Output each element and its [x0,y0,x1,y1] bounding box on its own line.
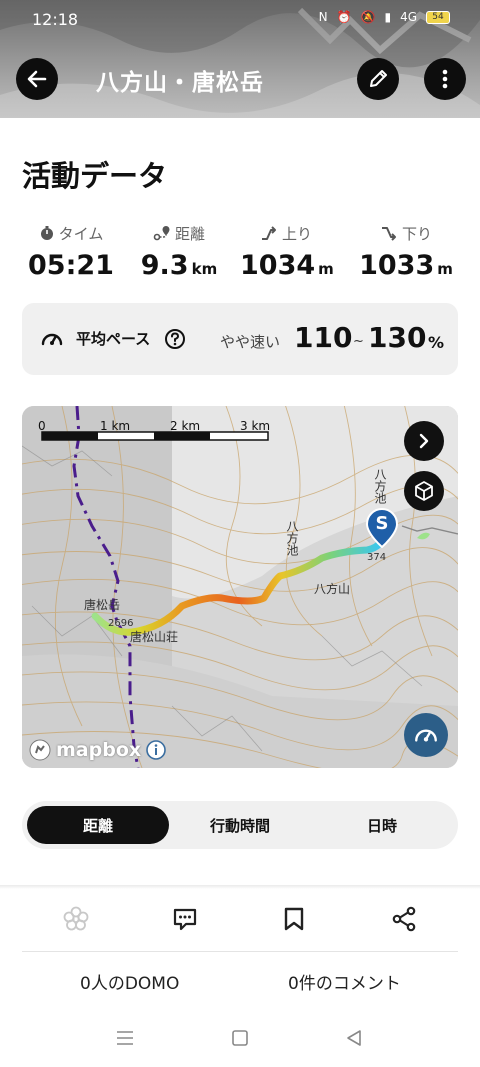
tab-moving-time[interactable]: 行動時間 [169,806,311,844]
pace-separator: ~ [353,334,364,349]
more-vertical-icon [442,69,448,89]
section-title: 活動データ [22,159,168,193]
stats-row: タイム 05:21 距離 9.3 km 上り 1034 m 下り 1033 m [22,222,458,286]
menu-icon[interactable] [115,1030,135,1046]
mapbox-logo-icon [29,739,51,761]
stat-ascent-unit: m [318,260,334,278]
system-nav-bar [0,1010,480,1067]
pace-max-value: 130 [368,321,427,354]
stopwatch-icon [40,226,53,240]
scale-label: 1 km [100,419,131,433]
scale-label: 2 km [170,419,201,433]
alarm-icon: ⏰ [336,10,352,24]
svg-text:D: D [73,915,79,924]
chart-mode-tabs: 距離 行動時間 日時 [22,801,458,849]
average-pace-card: 平均ペース やや速い 110 ~ 130 % [22,303,458,375]
domo-button[interactable]: D [61,904,91,934]
comment-button[interactable] [170,904,200,934]
nfc-icon: N [318,10,328,24]
stat-time-value: 05:21 [28,250,114,281]
pencil-icon [370,70,387,87]
stat-descent: 下り 1033 m [354,222,458,282]
stat-ascent-value: 1034 [240,250,316,281]
info-icon[interactable] [145,739,167,761]
share-icon [392,906,416,932]
start-marker[interactable]: S [365,507,399,549]
edit-button[interactable] [357,58,399,100]
tab-distance[interactable]: 距離 [27,806,169,844]
share-button[interactable] [389,904,419,934]
bookmark-button[interactable] [279,904,309,934]
header: 12:18 N ⏰ 🔕 ▮ 4G 54 八方山・唐松岳 [0,0,480,118]
pace-unit: % [428,333,445,352]
battery-icon: 54 [426,10,450,24]
stat-distance-unit: km [191,260,218,278]
route-map[interactable]: 0 1 km 2 km 3 km 唐松岳 2696 唐松山荘 八方池 八方山 八… [22,406,458,768]
stat-distance: 距離 9.3 km [134,222,224,282]
arrow-left-icon [27,70,47,88]
route-pin-icon [153,226,170,241]
map-place-label: 八方山 [314,582,351,596]
pace-label: 平均ペース [76,330,151,348]
stat-ascent: 上り 1034 m [240,222,334,282]
stat-descent-unit: m [437,260,453,278]
ascent-icon [261,226,276,240]
home-icon[interactable] [231,1029,249,1047]
back-button[interactable] [16,58,58,100]
speedometer-icon [415,729,437,742]
map-place-label: 八方池 [285,520,299,556]
start-marker-label: S [375,513,389,534]
comment-icon [173,908,197,931]
pace-note: やや速い [220,333,281,351]
network-label: 4G [400,10,417,24]
mapbox-attribution: mapbox [28,738,167,762]
page-title: 八方山・唐松岳 [96,70,264,96]
stat-distance-label: 距離 [174,224,205,243]
scale-label: 3 km [240,419,271,433]
bookmark-icon [284,907,304,931]
cube-icon [415,481,433,501]
map-3d-button[interactable] [404,471,444,511]
divider [22,951,458,952]
more-button[interactable] [424,58,466,100]
map-terrain [22,406,458,768]
map-place-label: 唐松山荘 [130,630,179,644]
status-time: 12:18 [32,10,79,29]
map-expand-button[interactable] [404,421,444,461]
map-speed-button[interactable] [404,713,448,757]
descent-icon [381,227,396,241]
stat-time-label: タイム [58,224,104,243]
domo-icon: D [63,906,89,931]
status-icons: N ⏰ 🔕 ▮ 4G 54 [319,10,450,24]
stat-distance-value: 9.3 [140,250,189,281]
stat-descent-value: 1033 [359,250,435,281]
chevron-right-icon [419,433,429,449]
mute-icon: 🔕 [360,10,376,24]
domo-count[interactable]: 0人のDOMO [80,969,179,994]
pace-min-value: 110 [294,321,353,354]
map-elevation-label: 374 [367,552,387,563]
stat-ascent-label: 上り [281,224,312,243]
tab-datetime[interactable]: 日時 [311,806,453,844]
speedometer-icon [41,333,63,346]
volte-icon: ▮ [384,10,392,24]
mapbox-label: mapbox [56,739,142,761]
stat-descent-label: 下り [401,224,432,243]
back-nav-icon[interactable] [345,1029,363,1047]
scale-label: 0 [38,419,46,433]
status-bar: 12:18 N ⏰ 🔕 ▮ 4G 54 [0,0,480,40]
map-place-label: 唐松岳 [84,598,121,612]
comment-count[interactable]: 0件のコメント [288,969,401,994]
help-icon[interactable] [164,328,186,350]
map-place-label: 八方池 [373,468,387,504]
divider [0,885,480,889]
stat-time: タイム 05:21 [22,222,120,282]
